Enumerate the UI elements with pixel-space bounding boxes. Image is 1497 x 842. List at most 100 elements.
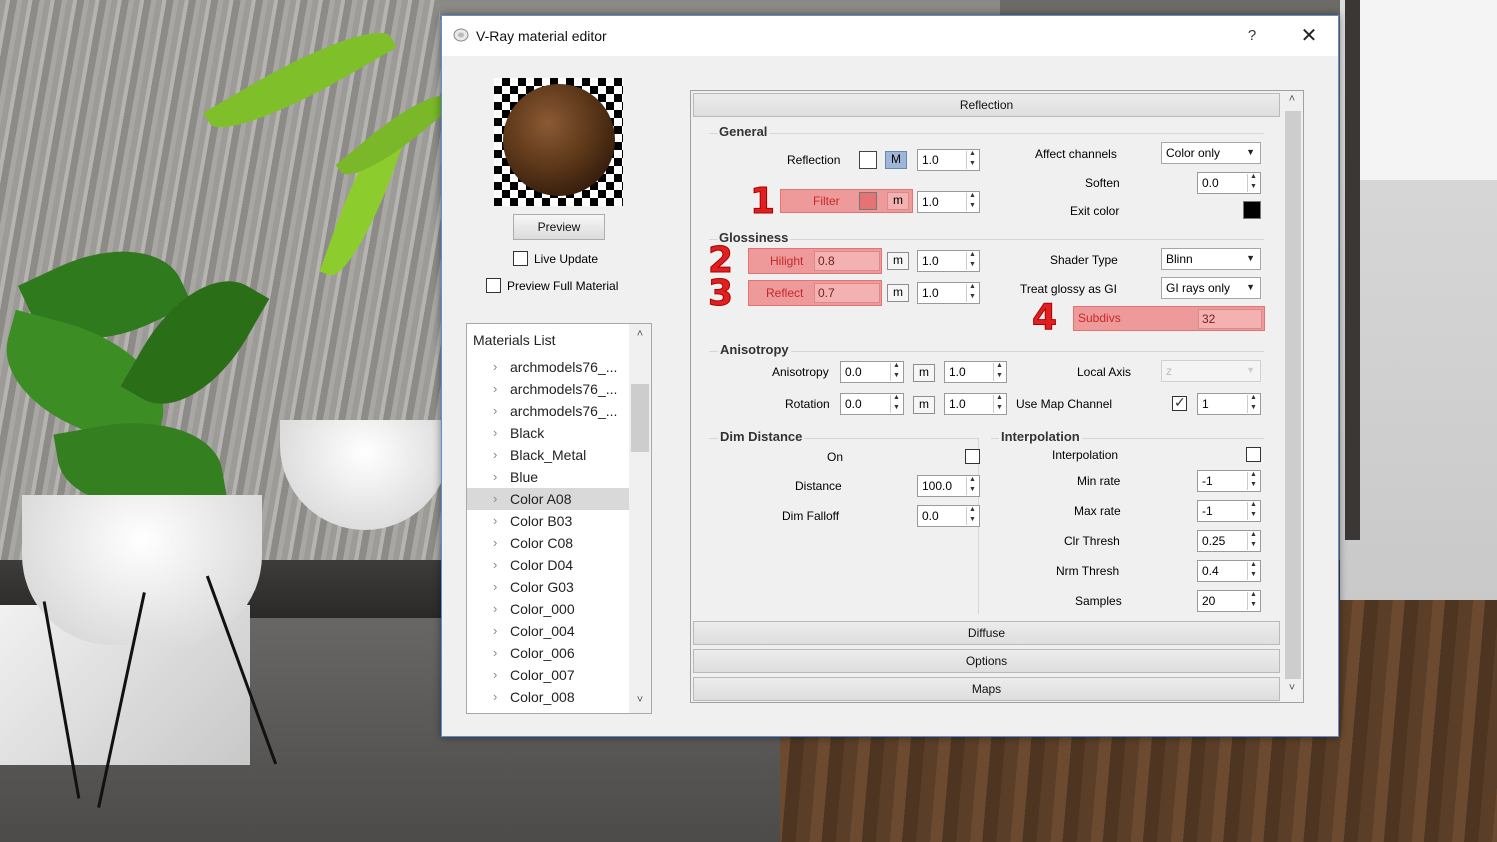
list-item[interactable]: › Black: [467, 422, 629, 444]
reflect-label: Reflect: [766, 286, 804, 300]
soften-label: Soften: [1085, 176, 1120, 190]
list-item[interactable]: › Color_006: [467, 642, 629, 664]
list-item[interactable]: › Color_004: [467, 620, 629, 642]
rotation-spinner[interactable]: 0.0: [840, 393, 904, 415]
reflection-map-button[interactable]: M: [885, 151, 907, 169]
spinner-arrows-icon[interactable]: [890, 362, 902, 381]
spinner-arrows-icon[interactable]: [966, 506, 978, 525]
clr-thresh-spinner[interactable]: 0.25: [1197, 530, 1261, 552]
section-options[interactable]: Options: [693, 649, 1280, 673]
spinner-arrows-icon[interactable]: [1247, 591, 1259, 610]
dim-on-checkbox[interactable]: [965, 449, 980, 464]
spinner-arrows-icon[interactable]: [993, 362, 1005, 381]
section-maps[interactable]: Maps: [693, 677, 1280, 701]
list-item[interactable]: › Color_000: [467, 598, 629, 620]
materials-scrollbar-thumb[interactable]: [631, 384, 649, 452]
list-item-selected[interactable]: › Color A08: [467, 488, 629, 510]
spinner-arrows-icon[interactable]: [966, 283, 978, 302]
use-map-channel-checkbox[interactable]: [1172, 394, 1187, 411]
preview-button[interactable]: Preview: [513, 214, 605, 240]
anisotropy-mult-spinner[interactable]: 1.0: [944, 361, 1007, 383]
chevron-right-icon: ›: [493, 403, 498, 418]
callout-number: 4: [1031, 297, 1058, 338]
shader-type-select[interactable]: Blinn ▼: [1161, 248, 1261, 270]
spinner-arrows-icon[interactable]: [1247, 561, 1259, 580]
list-item[interactable]: › Color G03: [467, 576, 629, 598]
panel-scrollbar-thumb[interactable]: [1285, 111, 1301, 679]
spinner-arrows-icon[interactable]: [1247, 471, 1259, 490]
list-item[interactable]: › Blue: [467, 466, 629, 488]
panel-scroll-up-arrow-icon[interactable]: ˄: [1282, 93, 1302, 105]
panel-scroll-down-arrow-icon[interactable]: ˅: [1282, 682, 1302, 694]
list-item[interactable]: › Color B03: [467, 510, 629, 532]
materials-scrollbar[interactable]: [629, 324, 651, 713]
chevron-right-icon: ›: [493, 513, 498, 528]
spinner-arrows-icon[interactable]: [966, 192, 978, 211]
list-item[interactable]: › archmodels76_...: [467, 400, 629, 422]
materials-list[interactable]: Materials List › archmodels76_... › archmo…: [466, 323, 652, 714]
close-button[interactable]: ✕: [1292, 22, 1326, 50]
nrm-thresh-spinner[interactable]: 0.4: [1197, 560, 1261, 582]
list-item[interactable]: › Color_008: [467, 686, 629, 708]
subdivs-spinner[interactable]: 32: [1198, 309, 1262, 329]
preview-full-material-checkbox[interactable]: [486, 278, 501, 293]
chevron-right-icon: ›: [493, 689, 498, 704]
reflect-map-button[interactable]: m: [887, 284, 909, 302]
spinner-arrows-icon[interactable]: [966, 150, 978, 169]
reflection-color-swatch[interactable]: [859, 151, 877, 169]
spinner-arrows-icon[interactable]: [993, 394, 1005, 413]
list-item[interactable]: › Black_Metal: [467, 444, 629, 466]
dialog-title: V-Ray material editor: [476, 28, 607, 44]
interpolation-checkbox[interactable]: [1246, 447, 1261, 462]
help-button[interactable]: ?: [1238, 22, 1266, 50]
chevron-right-icon: ›: [493, 667, 498, 682]
dim-distance-title: Dim Distance: [718, 429, 805, 444]
section-reflection[interactable]: Reflection: [693, 93, 1280, 117]
list-item[interactable]: › Color_007: [467, 664, 629, 686]
min-rate-spinner[interactable]: -1: [1197, 470, 1261, 492]
dim-falloff-spinner[interactable]: 0.0: [917, 505, 980, 527]
spinner-arrows-icon[interactable]: [1247, 531, 1259, 550]
spinner-arrows-icon[interactable]: [1247, 501, 1259, 520]
reflect-glossiness-spinner[interactable]: 0.7: [814, 283, 880, 303]
rotation-map-button[interactable]: m: [913, 396, 935, 414]
samples-spinner[interactable]: 20: [1197, 590, 1261, 612]
window: [1360, 0, 1497, 180]
scroll-down-arrow-icon[interactable]: ˅: [630, 694, 650, 706]
spinner-arrows-icon[interactable]: [966, 251, 978, 270]
live-update-checkbox[interactable]: [513, 251, 528, 266]
max-rate-spinner[interactable]: -1: [1197, 500, 1261, 522]
subdivs-label: Subdivs: [1078, 311, 1121, 325]
distance-spinner[interactable]: 100.0: [917, 475, 980, 497]
chevron-right-icon: ›: [493, 623, 498, 638]
exit-color-swatch[interactable]: [1243, 201, 1261, 219]
list-item[interactable]: › Color D04: [467, 554, 629, 576]
list-item[interactable]: › archmodels76_...: [467, 378, 629, 400]
filter-amount-spinner[interactable]: 1.0: [917, 191, 980, 213]
local-axis-select[interactable]: z ▼: [1161, 360, 1261, 382]
subdivs-highlight: Subdivs 32: [1073, 306, 1265, 331]
affect-channels-select[interactable]: Color only ▼: [1161, 142, 1261, 164]
soften-spinner[interactable]: 0.0: [1197, 172, 1261, 194]
anisotropy-spinner[interactable]: 0.0: [840, 361, 904, 383]
scroll-up-arrow-icon[interactable]: ˄: [630, 328, 650, 340]
hilight-glossiness-spinner[interactable]: 0.8: [814, 251, 880, 271]
spinner-arrows-icon[interactable]: [1247, 394, 1259, 413]
map-channel-spinner[interactable]: 1: [1197, 393, 1261, 415]
rotation-mult-spinner[interactable]: 1.0: [944, 393, 1007, 415]
spinner-arrows-icon[interactable]: [890, 394, 902, 413]
list-item[interactable]: › archmodels76_...: [467, 356, 629, 378]
reflect-mult-spinner[interactable]: 1.0: [917, 282, 980, 304]
spinner-arrows-icon[interactable]: [966, 476, 978, 495]
reflection-amount-spinner[interactable]: 1.0: [917, 149, 980, 171]
section-diffuse[interactable]: Diffuse: [693, 621, 1280, 645]
treat-glossy-select[interactable]: GI rays only ▼: [1161, 277, 1261, 299]
chevron-right-icon: ›: [493, 491, 498, 506]
anisotropy-map-button[interactable]: m: [913, 364, 935, 382]
spinner-arrows-icon[interactable]: [1247, 173, 1259, 192]
hilight-mult-spinner[interactable]: 1.0: [917, 250, 980, 272]
filter-map-button[interactable]: m: [887, 192, 909, 210]
list-item[interactable]: › Color C08: [467, 532, 629, 554]
hilight-map-button[interactable]: m: [887, 252, 909, 270]
filter-color-swatch[interactable]: [859, 192, 877, 210]
